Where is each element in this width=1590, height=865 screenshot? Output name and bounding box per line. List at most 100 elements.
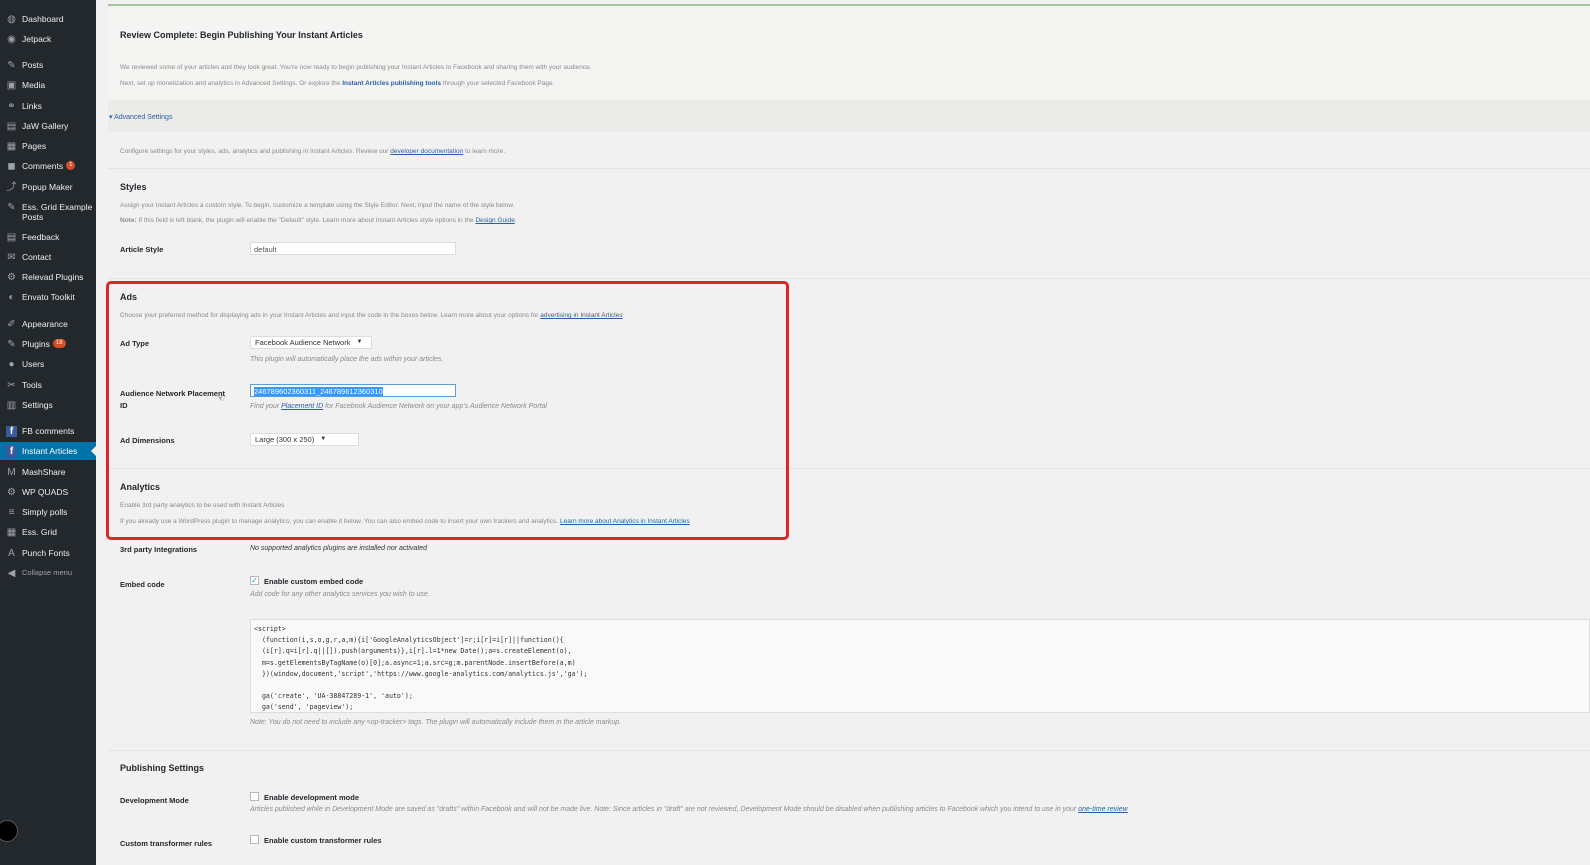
notice-line-1: We reviewed some of your articles and th… [120, 64, 592, 71]
sidebar-item-media[interactable]: ▣ Media [0, 80, 96, 91]
embed-code-note: Note: You do not need to include any <op… [250, 719, 622, 726]
sidebar-item-ess-grid[interactable]: ▦ Ess. Grid [0, 527, 96, 538]
sidebar-item-settings[interactable]: ▥ Settings [0, 400, 96, 411]
sidebar-item-users[interactable]: ● Users [0, 359, 96, 370]
styles-note-bold: Note: [120, 217, 137, 224]
publishing-tools-link[interactable]: Instant Articles publishing tools [342, 80, 441, 87]
sidebar-item-label: Comments [22, 161, 64, 171]
embed-code-checkbox[interactable]: ✓ [250, 576, 259, 585]
review-notice [108, 8, 1590, 101]
red-highlight-box [106, 281, 789, 540]
main-content: Review Complete: Begin Publishing Your I… [96, 0, 1590, 865]
third-party-label: 3rd party Integrations [120, 545, 198, 554]
embed-code-label: Embed code [120, 580, 165, 589]
sidebar-item-label: Media [22, 80, 46, 90]
sidebar-item-appearance[interactable]: ✐ Appearance [0, 319, 96, 330]
sidebar-item-mashshare[interactable]: M MashShare [0, 467, 96, 478]
embed-code-textarea[interactable]: <script> (function(i,s,o,g,r,a,m){i['Goo… [250, 619, 1590, 713]
facebook-icon: f [6, 426, 17, 437]
popup-icon: ⤴ [6, 182, 17, 193]
one-time-review-link[interactable]: one-time review [1078, 806, 1127, 813]
developer-docs-link[interactable]: developer documentation [390, 148, 463, 155]
third-party-value: No supported analytics plugins are insta… [250, 545, 428, 552]
sidebar-item-contact[interactable]: ✉ Contact [0, 252, 96, 263]
dev-mode-help-pre: Articles published while in Development … [250, 806, 1079, 813]
sidebar-item-punch-fonts[interactable]: A Punch Fonts [0, 548, 96, 559]
sidebar-item-links[interactable]: ⚭ Links [0, 101, 96, 112]
sidebar-item-label: Ess. Grid Example Posts [22, 202, 93, 222]
sidebar-item-label: Collapse menu [22, 568, 73, 577]
embed-code-help: Add code for any other analytics service… [250, 591, 430, 598]
sidebar-item-label: Feedback [22, 232, 60, 242]
wrench-icon: ✂ [7, 380, 16, 391]
divider [108, 750, 1590, 751]
page-icon: ▦ [6, 141, 17, 152]
sidebar-item-ess-grid-example-posts[interactable]: ✎ Ess. Grid Example Posts [0, 202, 96, 222]
sidebar-item-posts[interactable]: ✎ Posts [0, 60, 96, 71]
sidebar-item-wp-quads[interactable]: ⚙ WP QUADS [0, 487, 96, 498]
dev-mode-help: Articles published while in Development … [250, 806, 1128, 813]
sidebar-item-label: JaW Gallery [22, 121, 69, 131]
notice-accent-line [108, 4, 1590, 6]
advanced-intro-post: to learn more. [463, 148, 506, 155]
advanced-settings-header [108, 100, 1590, 132]
transformer-checkbox-label: Enable custom transformer rules [264, 836, 382, 845]
styles-note-end: . [514, 217, 517, 224]
plugin-icon: ✎ [7, 339, 16, 350]
sidebar-item-relevad-plugins[interactable]: ⚙ Relevad Plugins [0, 272, 96, 283]
sidebar-item-jaw-gallery[interactable]: ▤ JaW Gallery [0, 121, 96, 132]
brush-icon: ✐ [7, 319, 16, 330]
gear-icon: ⚙ [7, 487, 16, 498]
advanced-intro-pre: Configure settings for your styles, ads,… [120, 148, 391, 155]
design-guide-link[interactable]: Design Guide [475, 217, 514, 224]
user-icon: ● [8, 359, 15, 370]
sidebar-item-dashboard[interactable]: ◍ Dashboard [0, 14, 96, 25]
publishing-title: Publishing Settings [120, 763, 205, 773]
update-count-badge: 1 [66, 161, 76, 170]
update-count-badge: 18 [52, 339, 66, 348]
sidebar-item-jetpack[interactable]: ◉ Jetpack [0, 34, 96, 45]
sidebar-item-label: Contact [22, 252, 52, 262]
sidebar-item-label: Pages [22, 141, 47, 151]
sidebar-item-plugins[interactable]: ✎ Plugins 18 [0, 339, 96, 350]
dev-mode-label: Development Mode [120, 796, 189, 805]
gallery-icon: ▤ [6, 121, 17, 132]
sidebar-item-popup-maker[interactable]: ⤴ Popup Maker [0, 182, 96, 193]
styles-title: Styles [120, 182, 147, 192]
pin-icon: ✎ [7, 202, 16, 213]
link-icon: ⚭ [7, 101, 16, 112]
mashshare-icon: M [7, 467, 16, 478]
styles-desc: Assign your Instant Articles a custom st… [120, 202, 515, 209]
jetpack-icon: ◉ [7, 34, 16, 45]
sidebar-item-instant-articles[interactable]: f Instant Articles [0, 442, 96, 460]
sidebar-item-comments[interactable]: ◼ Comments 1 [0, 161, 96, 172]
grid-icon: ▦ [6, 527, 17, 538]
mail-icon: ✉ [7, 252, 16, 263]
sidebar-item-envato-toolkit[interactable]: ◐ Envato Toolkit [0, 292, 96, 303]
sidebar-item-label: FB comments [22, 426, 75, 436]
styles-note: Note: If this field is left blank, the p… [120, 217, 517, 224]
advanced-settings-toggle[interactable]: ▾ Advanced Settings [109, 113, 172, 121]
notice-title: Review Complete: Begin Publishing Your I… [120, 30, 363, 40]
dev-mode-checkbox[interactable] [250, 792, 259, 801]
article-style-input[interactable]: default [250, 242, 456, 255]
sidebar-item-simply-polls[interactable]: ≡ Simply polls [0, 507, 96, 518]
admin-sidebar: ◍ Dashboard ◉ Jetpack ✎ Posts ▣ Media ⚭ Links ▤ JaW… [0, 0, 96, 865]
envato-icon: ◐ [8, 292, 15, 303]
sidebar-item-fb-comments[interactable]: f FB comments [0, 426, 96, 437]
sidebar-item-pages[interactable]: ▦ Pages [0, 141, 96, 152]
sidebar-item-label: Envato Toolkit [22, 292, 75, 302]
sidebar-item-collapse-menu[interactable]: ◀ Collapse menu [0, 568, 96, 579]
divider [108, 278, 1590, 279]
sidebar-item-label: Relevad Plugins [22, 272, 84, 282]
comment-icon: ◼ [7, 161, 16, 172]
sidebar-item-label: Tools [22, 380, 42, 390]
divider [108, 168, 1590, 169]
transformer-checkbox[interactable] [250, 835, 259, 844]
sidebar-item-label: Punch Fonts [22, 548, 70, 558]
article-style-label: Article Style [120, 245, 164, 254]
sidebar-item-feedback[interactable]: ▤ Feedback [0, 232, 96, 243]
embed-code-checkbox-label: Enable custom embed code [264, 577, 364, 586]
sidebar-item-label: WP QUADS [22, 487, 69, 497]
sidebar-item-tools[interactable]: ✂ Tools [0, 380, 96, 391]
